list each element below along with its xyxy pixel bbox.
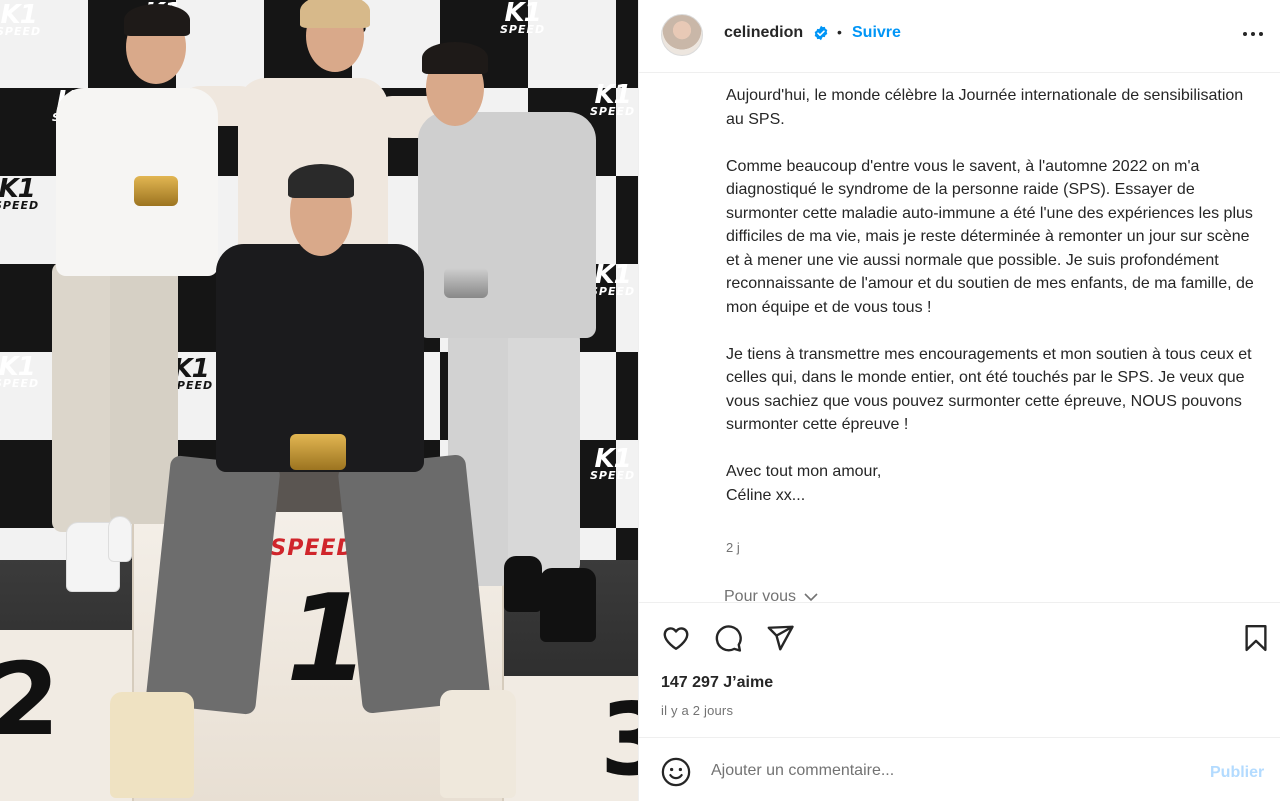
podium-number-two: 2: [0, 641, 60, 758]
bookmark-icon[interactable]: [1241, 623, 1271, 653]
avatar[interactable]: [661, 14, 703, 56]
caption-paragraph: Je tiens à transmettre mes encouragement…: [726, 345, 1252, 434]
podium-number-three: 3: [600, 681, 638, 798]
action-bar: [639, 602, 1280, 672]
signoff-line: Céline xx...: [726, 486, 806, 504]
k1-logo: K1SPEED: [0, 174, 40, 212]
k1-logo: K1SPEED: [0, 352, 40, 390]
caption-paragraph: Aujourd'hui, le monde célèbre la Journée…: [726, 87, 1244, 128]
username-link[interactable]: celinedion: [724, 24, 803, 42]
comment-input[interactable]: [711, 754, 1191, 788]
comment-bar: Publier: [639, 737, 1280, 801]
post-header: celinedion • Suivre: [639, 0, 1280, 73]
k1-logo: K1SPEED: [590, 80, 636, 118]
k1-logo: K1SPEED: [0, 0, 42, 38]
chevron-down-icon: [803, 593, 818, 601]
emoji-icon[interactable]: [661, 757, 691, 787]
signoff-line: Avec tout mon amour,: [726, 463, 882, 480]
post-photo[interactable]: K1SPEED K1SPEED K1SPEED K1SPEED K1SPEED …: [0, 0, 638, 801]
comment-icon[interactable]: [713, 623, 743, 653]
share-icon[interactable]: [765, 623, 795, 653]
verified-badge-icon: [814, 25, 828, 41]
post-sidebar: celinedion • Suivre Aujourd'hui, le mond…: [638, 0, 1280, 801]
k1-logo: K1SPEED: [590, 444, 636, 482]
post-date[interactable]: il y a 2 jours: [661, 703, 733, 718]
k1-logo: K1SPEED: [590, 260, 636, 298]
caption-signoff: Avec tout mon amour, Céline xx...: [726, 460, 1256, 507]
caption-time[interactable]: 2 j: [726, 540, 740, 555]
caption-paragraph: Comme beaucoup d'entre vous le savent, à…: [726, 157, 1254, 316]
k1-logo: K1SPEED: [500, 0, 546, 36]
post-caption: Aujourd'hui, le monde célèbre la Journée…: [726, 84, 1256, 602]
separator-dot: •: [837, 24, 842, 40]
like-count[interactable]: 147 297 J’aime: [661, 674, 773, 692]
follow-button[interactable]: Suivre: [852, 24, 901, 42]
more-options-icon[interactable]: [1239, 22, 1267, 46]
heart-icon[interactable]: [661, 623, 691, 653]
publish-button[interactable]: Publier: [1210, 764, 1264, 782]
